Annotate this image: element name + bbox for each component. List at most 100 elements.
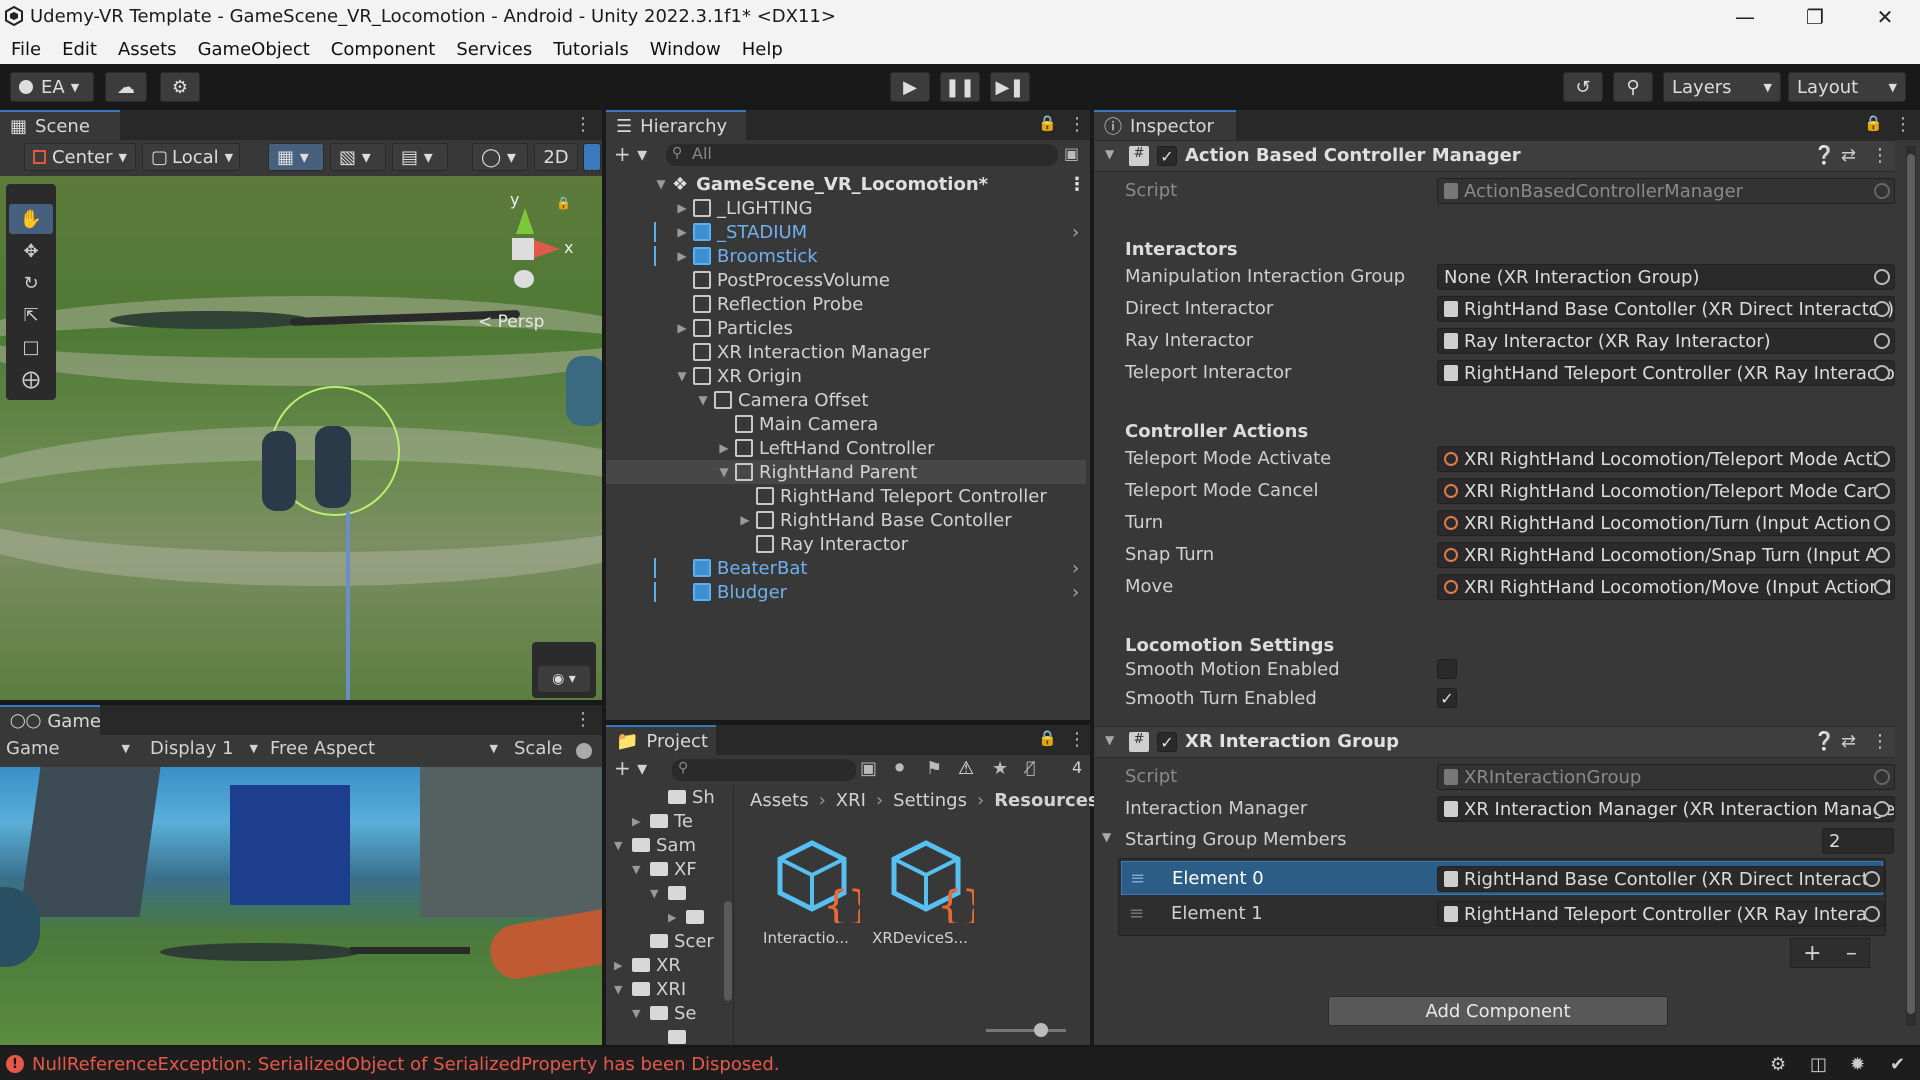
- tab-game[interactable]: ◯◯ Game: [0, 705, 101, 735]
- asset-tile[interactable]: {} XRDeviceS...: [868, 837, 974, 947]
- folder-tree-item[interactable]: Sh: [650, 785, 715, 809]
- expand-arrow-icon[interactable]: ▼: [654, 177, 668, 191]
- scale-slider-handle[interactable]: [576, 743, 592, 759]
- object-picker-icon[interactable]: [1874, 579, 1890, 595]
- 2d-toggle[interactable]: 2D: [534, 143, 578, 171]
- debug-icon[interactable]: ⚙: [1770, 1054, 1786, 1075]
- account-dropdown[interactable]: EA ▼: [10, 72, 94, 102]
- add-element-button[interactable]: +: [1803, 941, 1821, 966]
- tree-scrollbar[interactable]: [724, 901, 732, 1001]
- hierarchy-row[interactable]: PostProcessVolume: [606, 268, 1086, 292]
- cache-icon[interactable]: ◫: [1810, 1054, 1827, 1075]
- object-reference-field[interactable]: RightHand Teleport Controller (XR Ray In…: [1437, 360, 1895, 386]
- smooth-turn-checkbox[interactable]: ✓: [1437, 688, 1457, 708]
- hierarchy-row[interactable]: ▼ Camera Offset: [606, 388, 1086, 412]
- lock-icon[interactable]: 🔒: [1864, 114, 1883, 132]
- scene-menu-icon[interactable]: ⋮: [574, 114, 592, 135]
- hierarchy-row[interactable]: Ray Interactor: [606, 532, 1086, 556]
- menu-edit[interactable]: Edit: [62, 39, 97, 60]
- asset-tile[interactable]: {} Interactio...: [754, 837, 860, 947]
- menu-window[interactable]: Window: [650, 39, 721, 60]
- gizmo-lock-icon[interactable]: 🔒: [556, 196, 571, 210]
- hierarchy-row[interactable]: Bludger ›: [606, 580, 1086, 604]
- hierarchy-row[interactable]: ▶ Broomstick: [606, 244, 1086, 268]
- project-menu-icon[interactable]: ⋮: [1068, 729, 1086, 750]
- display-dropdown[interactable]: Display 1 ▼: [150, 738, 258, 759]
- smooth-motion-checkbox[interactable]: [1437, 659, 1457, 679]
- breadcrumb-resources[interactable]: Resources: [994, 790, 1098, 811]
- object-picker-icon[interactable]: [1864, 906, 1880, 922]
- expand-arrow-icon[interactable]: ▼: [632, 863, 646, 876]
- menu-services[interactable]: Services: [456, 39, 532, 60]
- grid-snap-button[interactable]: ▦ ▾: [268, 143, 324, 171]
- expand-arrow-icon[interactable]: ▼: [614, 983, 628, 996]
- expand-arrow-icon[interactable]: ▶: [614, 959, 628, 972]
- object-reference-field[interactable]: None (XR Interaction Group): [1437, 264, 1895, 290]
- object-reference-field[interactable]: XRI RightHand Locomotion/Move (Input Act…: [1437, 574, 1895, 600]
- lock-icon[interactable]: 🔒: [1038, 729, 1057, 747]
- hierarchy-search-input[interactable]: ⚲ All: [666, 144, 1058, 166]
- folder-tree-item[interactable]: ▼ Sam: [614, 833, 696, 857]
- drag-handle-icon[interactable]: ≡: [1130, 868, 1145, 889]
- hierarchy-row[interactable]: ▶ LeftHand Controller: [606, 436, 1086, 460]
- collapse-arrow-icon[interactable]: ▼: [1105, 733, 1114, 747]
- layers-dropdown[interactable]: Layers ▼: [1663, 72, 1781, 102]
- object-picker-icon[interactable]: [1874, 451, 1890, 467]
- breadcrumb-assets[interactable]: Assets: [750, 790, 809, 811]
- hierarchy-row[interactable]: ▼ XR Origin: [606, 364, 1086, 388]
- tab-project[interactable]: 📁 Project: [606, 725, 716, 755]
- object-reference-field[interactable]: Ray Interactor (XR Ray Interactor): [1437, 328, 1895, 354]
- inspector-menu-icon[interactable]: ⋮: [1894, 114, 1912, 135]
- component-header-controller-manager[interactable]: ▼ # ✓ Action Based Controller Manager ❔ …: [1095, 140, 1895, 172]
- hierarchy-row[interactable]: Reflection Probe: [606, 292, 1086, 316]
- rect-tool-icon[interactable]: □: [9, 332, 53, 362]
- folder-tree-item[interactable]: [650, 1025, 692, 1045]
- add-icon[interactable]: + ▾: [614, 756, 647, 780]
- menu-component[interactable]: Component: [331, 39, 436, 60]
- inspector-scrollbar[interactable]: [1906, 146, 1916, 1026]
- hierarchy-row[interactable]: XR Interaction Manager: [606, 340, 1086, 364]
- check-icon[interactable]: ✔: [1890, 1054, 1905, 1075]
- lock-icon[interactable]: 🔒: [1038, 114, 1057, 132]
- interaction-manager-field[interactable]: XR Interaction Manager (XR Interaction M…: [1437, 796, 1895, 822]
- folder-tree-item[interactable]: ▼ XF: [632, 857, 697, 881]
- object-picker-icon[interactable]: [1874, 483, 1890, 499]
- menu-file[interactable]: File: [11, 39, 41, 60]
- object-picker-icon[interactable]: [1874, 333, 1890, 349]
- remove-element-button[interactable]: –: [1846, 941, 1857, 966]
- search-scope-icon[interactable]: ▣: [860, 758, 877, 779]
- object-reference-field[interactable]: XRI RightHand Locomotion/Teleport Mode C…: [1437, 478, 1895, 504]
- hierarchy-row[interactable]: ▶ Particles: [606, 316, 1086, 340]
- expand-arrow-icon[interactable]: ▶: [738, 513, 752, 527]
- expand-arrow-icon[interactable]: ▶: [668, 911, 682, 924]
- aspect-dropdown[interactable]: Free Aspect ▼: [270, 738, 498, 759]
- object-picker-icon[interactable]: [1864, 871, 1880, 887]
- warning-icon[interactable]: ⚠: [958, 758, 974, 779]
- object-reference-field[interactable]: XRI RightHand Locomotion/Snap Turn (Inpu…: [1437, 542, 1895, 568]
- hierarchy-row[interactable]: ▼ RightHand Parent: [606, 460, 1086, 484]
- expand-arrow-icon[interactable]: ▶: [717, 441, 731, 455]
- component-menu-icon[interactable]: ⋮: [1871, 145, 1889, 166]
- step-button[interactable]: ▶❚: [990, 72, 1030, 102]
- project-search-input[interactable]: ⚲: [672, 759, 856, 781]
- maximize-button[interactable]: ❐: [1780, 0, 1850, 34]
- grid-toggle-button[interactable]: ▧ ▾: [330, 143, 386, 171]
- game-viewport[interactable]: [0, 767, 602, 1045]
- status-bar[interactable]: ! NullReferenceException: SerializedObje…: [0, 1048, 1920, 1080]
- inspector-scroll-thumb[interactable]: [1907, 154, 1915, 1014]
- menu-help[interactable]: Help: [742, 39, 783, 60]
- help-icon[interactable]: ❔: [1813, 145, 1835, 166]
- close-button[interactable]: ✕: [1850, 0, 1920, 34]
- search-button[interactable]: ⚲: [1613, 72, 1653, 102]
- hierarchy-row[interactable]: ▶ _STADIUM ›: [606, 220, 1086, 244]
- expand-arrow-icon[interactable]: ▼: [717, 465, 731, 479]
- object-picker-icon[interactable]: [1874, 269, 1890, 285]
- element-0-field[interactable]: RightHand Base Contoller (XR Direct Inte…: [1437, 866, 1885, 892]
- persp-label[interactable]: < Persp: [478, 312, 544, 332]
- orientation-gizmo[interactable]: y x 🔒: [470, 190, 580, 300]
- hierarchy-row[interactable]: Main Camera: [606, 412, 1086, 436]
- tab-hierarchy[interactable]: ☰ Hierarchy: [606, 110, 746, 140]
- scene-row-menu-icon[interactable]: ⋮: [1068, 174, 1086, 195]
- component-enabled-checkbox[interactable]: ✓: [1157, 146, 1177, 166]
- folder-tree-item[interactable]: ▼: [650, 881, 692, 905]
